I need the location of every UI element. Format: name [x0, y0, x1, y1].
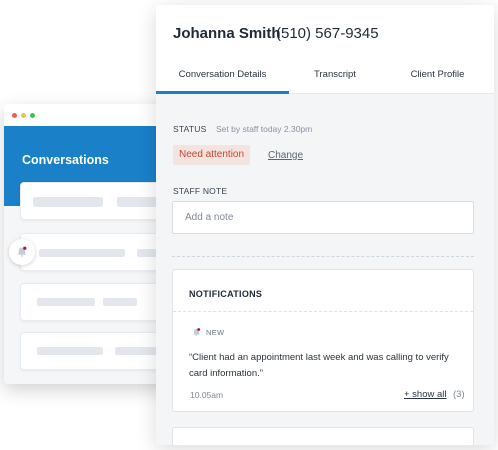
- placeholder-text: [33, 197, 103, 207]
- conversation-alert-bubble[interactable]: [9, 239, 35, 265]
- maximize-window-dot[interactable]: [30, 112, 35, 118]
- new-tag: NEW: [206, 328, 225, 337]
- notification-tag-row: NEW: [191, 327, 224, 338]
- staff-note-input[interactable]: [172, 201, 474, 234]
- notification-message: “Client had an appointment last week and…: [189, 352, 449, 379]
- contact-phone: (510) 567-9345: [276, 25, 379, 42]
- tab-transcript[interactable]: Transcript: [289, 69, 381, 94]
- panel-header: Johanna Smith (510) 567-9345 Conversatio…: [156, 5, 494, 94]
- close-window-dot[interactable]: [12, 112, 17, 118]
- notifications-title: NOTIFICATIONS: [189, 289, 263, 299]
- bell-icon: [193, 328, 201, 337]
- stage: Conversations Johanna Smith (510) 567-93…: [0, 0, 498, 450]
- next-section-card: [172, 427, 474, 445]
- placeholder-text: [103, 298, 137, 306]
- notifications-card: NOTIFICATIONS NEW “Client had an appoint…: [172, 269, 474, 412]
- notification-time: 10.05am: [190, 390, 224, 400]
- status-meta: Set by staff today 2.30pm: [216, 124, 313, 134]
- show-all-link[interactable]: + show all: [404, 389, 447, 400]
- change-status-link[interactable]: Change: [268, 150, 303, 161]
- bell-icon: [17, 246, 27, 257]
- placeholder-text: [37, 298, 95, 306]
- minimize-window-dot[interactable]: [21, 112, 26, 118]
- contact-name: Johanna Smith: [173, 25, 281, 42]
- notification-count: (3): [453, 389, 465, 400]
- active-tab-indicator: [156, 91, 289, 94]
- placeholder-text: [39, 249, 125, 257]
- staff-note-label: STAFF NOTE: [173, 186, 228, 196]
- status-badge: Need attention: [173, 145, 251, 165]
- tab-client-profile[interactable]: Client Profile: [381, 69, 494, 94]
- notifications-divider: [173, 311, 473, 312]
- status-label: STATUS: [173, 124, 207, 134]
- section-divider: [172, 256, 474, 257]
- placeholder-text: [37, 347, 103, 355]
- conversation-details-panel: Johanna Smith (510) 567-9345 Conversatio…: [156, 5, 494, 445]
